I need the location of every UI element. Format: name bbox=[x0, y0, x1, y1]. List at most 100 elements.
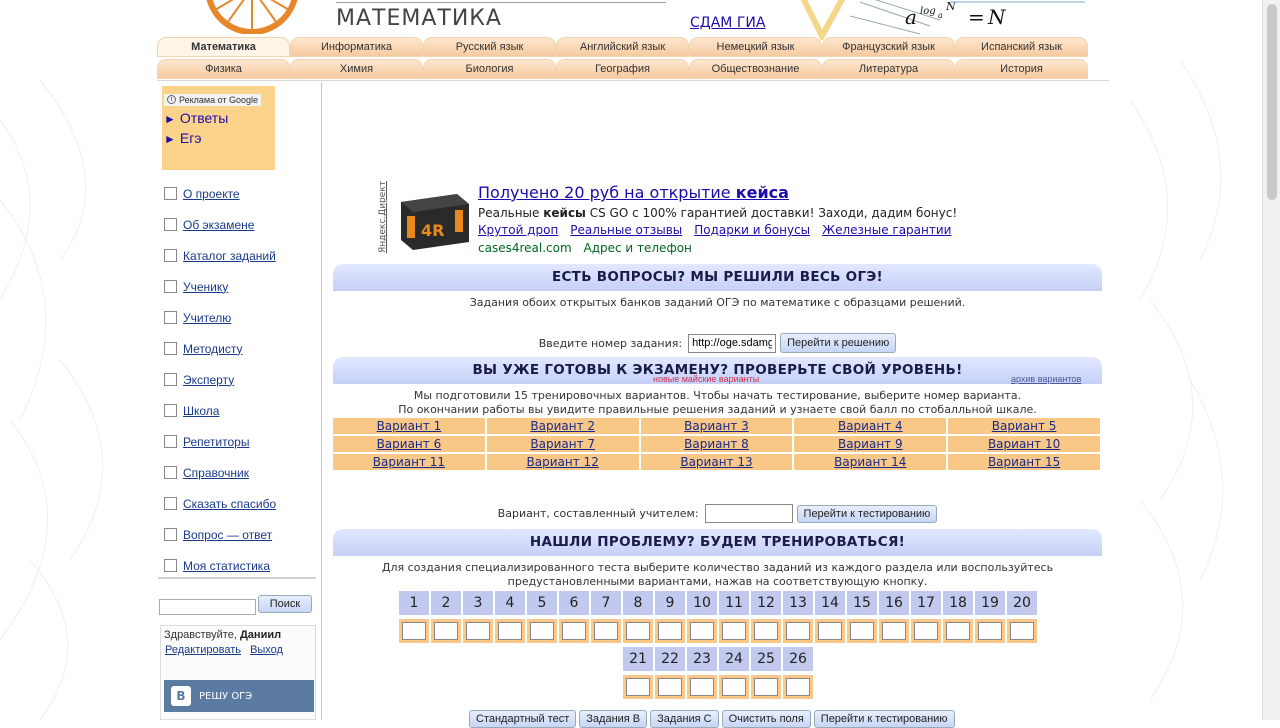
variant-link[interactable]: Вариант 2 bbox=[486, 418, 639, 434]
sidebar-menu-item[interactable]: Вопрос — ответ bbox=[164, 519, 314, 550]
tab-subject[interactable]: Испанский язык bbox=[955, 37, 1088, 57]
task-count-input[interactable] bbox=[626, 678, 650, 696]
ad-contacts-link[interactable]: Адрес и телефон bbox=[583, 241, 691, 255]
variant-link[interactable]: Вариант 4 bbox=[794, 418, 947, 434]
variant-link[interactable]: Вариант 1 bbox=[333, 418, 485, 434]
new-variants-link[interactable]: новые майские варианты bbox=[653, 374, 759, 384]
variant-link[interactable]: Вариант 3 bbox=[640, 418, 793, 434]
sidebar-menu-item[interactable]: Сказать спасибо bbox=[164, 488, 314, 519]
task-count-input[interactable] bbox=[658, 678, 682, 696]
test-action-button[interactable]: Задания С bbox=[650, 710, 719, 728]
task-count-input[interactable] bbox=[786, 622, 810, 640]
task-count-input[interactable] bbox=[754, 622, 778, 640]
task-count-input[interactable] bbox=[690, 678, 714, 696]
task-count-input[interactable] bbox=[402, 622, 426, 640]
variant-link[interactable]: Вариант 7 bbox=[486, 436, 639, 452]
menu-checkbox[interactable] bbox=[164, 280, 177, 293]
variants-archive-link[interactable]: архив вариантов bbox=[1011, 374, 1081, 384]
variant-link[interactable]: Вариант 10 bbox=[948, 436, 1100, 452]
variant-link[interactable]: Вариант 6 bbox=[333, 436, 485, 452]
test-action-button[interactable]: Задания В bbox=[579, 710, 648, 728]
task-count-input[interactable] bbox=[850, 622, 874, 640]
logout-link[interactable]: Выход bbox=[250, 644, 283, 656]
task-count-input[interactable] bbox=[530, 622, 554, 640]
ad-sublink[interactable]: Реальные отзывы bbox=[570, 223, 682, 237]
task-count-input[interactable] bbox=[466, 622, 490, 640]
task-number-input[interactable] bbox=[688, 333, 777, 353]
sidebar-menu-item[interactable]: Справочник bbox=[164, 457, 314, 488]
tab-subject[interactable]: Физика bbox=[157, 59, 290, 79]
tab-subject[interactable]: География bbox=[556, 59, 689, 79]
task-count-input[interactable] bbox=[722, 622, 746, 640]
teacher-variant-input[interactable] bbox=[704, 504, 793, 523]
go-to-solution-button[interactable]: Перейти к решению bbox=[780, 333, 897, 353]
variant-link[interactable]: Вариант 15 bbox=[948, 454, 1100, 470]
ad-badge[interactable]: i Реклама от Google bbox=[164, 93, 262, 106]
menu-checkbox[interactable] bbox=[164, 187, 177, 200]
exam-link[interactable]: СДАМ ГИА bbox=[690, 15, 765, 31]
search-input[interactable] bbox=[159, 599, 256, 615]
menu-checkbox[interactable] bbox=[164, 528, 177, 541]
sidebar-menu-item[interactable]: Школа bbox=[164, 395, 314, 426]
task-count-input[interactable] bbox=[594, 622, 618, 640]
tab-subject[interactable]: Немецкий язык bbox=[689, 37, 822, 57]
ad-title-link[interactable]: Получено 20 руб на открытие кейса bbox=[478, 183, 789, 202]
task-count-input[interactable] bbox=[786, 678, 810, 696]
variant-link[interactable]: Вариант 12 bbox=[486, 454, 639, 470]
start-testing-button[interactable]: Перейти к тестированию bbox=[796, 504, 938, 523]
ad-sublink[interactable]: Крутой дроп bbox=[478, 223, 558, 237]
search-button[interactable]: Поиск bbox=[258, 595, 312, 613]
case-image[interactable]: 4R bbox=[397, 180, 472, 255]
menu-checkbox[interactable] bbox=[164, 404, 177, 417]
tab-subject[interactable]: История bbox=[955, 59, 1088, 79]
sidebar-menu-item[interactable]: О проекте bbox=[164, 178, 314, 209]
ad-sublink[interactable]: Подарки и бонусы bbox=[694, 223, 810, 237]
sidebar-menu-item[interactable]: Репетиторы bbox=[164, 426, 314, 457]
task-count-input[interactable] bbox=[946, 622, 970, 640]
tab-subject[interactable]: Английский язык bbox=[556, 37, 689, 57]
menu-checkbox[interactable] bbox=[164, 435, 177, 448]
menu-checkbox[interactable] bbox=[164, 249, 177, 262]
menu-checkbox[interactable] bbox=[164, 559, 177, 572]
sidebar-menu-item[interactable]: Ученику bbox=[164, 271, 314, 302]
vk-widget[interactable]: B РЕШУ ОГЭ bbox=[164, 680, 314, 712]
tab-subject[interactable]: Химия bbox=[290, 59, 423, 79]
ad-domain-link[interactable]: cases4real.com bbox=[478, 241, 572, 255]
task-count-input[interactable] bbox=[498, 622, 522, 640]
variant-link[interactable]: Вариант 13 bbox=[640, 454, 793, 470]
sidebar-menu-item[interactable]: Учителю bbox=[164, 302, 314, 333]
task-count-input[interactable] bbox=[1010, 622, 1034, 640]
task-count-input[interactable] bbox=[914, 622, 938, 640]
test-action-button[interactable]: Перейти к тестированию bbox=[813, 710, 955, 728]
task-count-input[interactable] bbox=[882, 622, 906, 640]
menu-checkbox[interactable] bbox=[164, 466, 177, 479]
ad-sublink[interactable]: Железные гарантии bbox=[822, 223, 951, 237]
edit-profile-link[interactable]: Редактировать bbox=[165, 644, 241, 656]
sidebar-menu-item[interactable]: Эксперту bbox=[164, 364, 314, 395]
variant-link[interactable]: Вариант 9 bbox=[794, 436, 947, 452]
tab-subject[interactable]: Французский язык bbox=[822, 37, 955, 57]
tab-subject[interactable]: Литература bbox=[822, 59, 955, 79]
test-action-button[interactable]: Очистить поля bbox=[721, 710, 811, 728]
task-count-input[interactable] bbox=[818, 622, 842, 640]
tab-subject[interactable]: Биология bbox=[423, 59, 556, 79]
task-count-input[interactable] bbox=[562, 622, 586, 640]
yandex-direct-label[interactable]: Яндекс.Директ bbox=[377, 181, 389, 256]
menu-checkbox[interactable] bbox=[164, 373, 177, 386]
vertical-scrollbar[interactable] bbox=[1262, 0, 1280, 720]
task-count-input[interactable] bbox=[690, 622, 714, 640]
variant-link[interactable]: Вариант 5 bbox=[948, 418, 1100, 434]
tab-subject[interactable]: Русский язык bbox=[423, 37, 556, 57]
variant-link[interactable]: Вариант 11 bbox=[333, 454, 485, 470]
task-count-input[interactable] bbox=[658, 622, 682, 640]
scrollbar-thumb[interactable] bbox=[1267, 4, 1277, 200]
menu-checkbox[interactable] bbox=[164, 497, 177, 510]
menu-checkbox[interactable] bbox=[164, 218, 177, 231]
menu-checkbox[interactable] bbox=[164, 311, 177, 324]
task-count-input[interactable] bbox=[434, 622, 458, 640]
site-logo[interactable] bbox=[205, 0, 299, 34]
ad-link-ege[interactable]: ► Егэ bbox=[164, 130, 275, 146]
variant-link[interactable]: Вариант 8 bbox=[640, 436, 793, 452]
ad-link-answers[interactable]: ► Ответы bbox=[164, 110, 275, 126]
sidebar-menu-item[interactable]: Методисту bbox=[164, 333, 314, 364]
